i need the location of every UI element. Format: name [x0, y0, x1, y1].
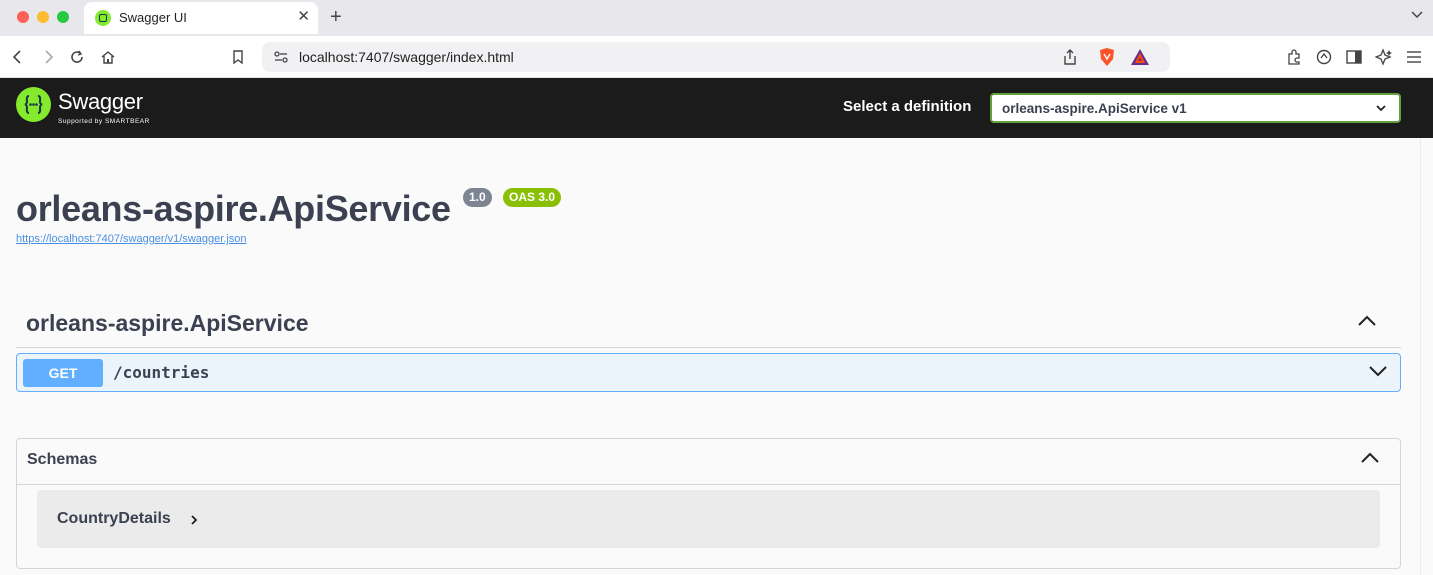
swagger-content: orleans-aspire.ApiService 1.0 OAS 3.0 ht… — [0, 138, 1420, 575]
spec-url-link[interactable]: https://localhost:7407/swagger/v1/swagge… — [16, 233, 247, 245]
chevron-down-icon[interactable] — [1410, 8, 1424, 22]
chevron-right-icon[interactable] — [189, 514, 199, 526]
tag-section-header[interactable]: orleans-aspire.ApiService — [16, 308, 1401, 348]
oas-badge: OAS 3.0 — [503, 188, 562, 207]
extensions-icon[interactable] — [1284, 47, 1304, 67]
operation-path: /countries — [113, 363, 210, 382]
api-title: orleans-aspire.ApiService — [16, 188, 451, 229]
browser-tab-bar: Swagger UI ✕ + — [0, 0, 1433, 36]
tag-title: orleans-aspire.ApiService — [26, 310, 309, 336]
schemas-title: Schemas — [27, 451, 98, 468]
url-text[interactable]: localhost:7407/swagger/index.html — [299, 49, 514, 65]
ai-icon[interactable] — [1374, 47, 1394, 67]
share-icon[interactable] — [1062, 48, 1078, 66]
reload-icon[interactable] — [67, 47, 87, 67]
chevron-down-icon — [1376, 105, 1386, 112]
chevron-down-icon[interactable] — [1368, 364, 1388, 378]
schemas-section: Schemas CountryDetails — [16, 438, 1401, 569]
schemas-header[interactable]: Schemas — [17, 439, 1400, 485]
address-bar[interactable]: localhost:7407/swagger/index.html — [262, 42, 1170, 72]
bat-rewards-icon[interactable] — [1130, 47, 1150, 67]
swagger-logo-title: Swagger — [58, 89, 143, 114]
swagger-topbar: Swagger Supported by SMARTBEAR Select a … — [0, 78, 1433, 138]
window-close-button[interactable] — [17, 11, 29, 23]
http-method-badge: GET — [23, 359, 103, 387]
definition-label: Select a definition — [843, 98, 972, 115]
swagger-logo[interactable]: Swagger Supported by SMARTBEAR — [16, 87, 166, 129]
site-info-icon[interactable] — [272, 48, 290, 66]
definition-select-value: orleans-aspire.ApiService v1 — [1002, 101, 1187, 116]
close-icon[interactable]: ✕ — [297, 8, 310, 26]
window-minimize-button[interactable] — [37, 11, 49, 23]
browser-tab[interactable]: Swagger UI ✕ — [84, 2, 318, 34]
tab-title: Swagger UI — [119, 10, 187, 25]
operation-get-countries[interactable]: GET /countries — [16, 353, 1401, 392]
page-scrollbar[interactable] — [1420, 138, 1433, 575]
browser-nav-bar: localhost:7407/swagger/index.html — [0, 36, 1433, 78]
model-name: CountryDetails — [57, 510, 171, 527]
model-country-details[interactable]: CountryDetails — [37, 490, 1380, 548]
bookmark-icon[interactable] — [228, 47, 248, 67]
chevron-up-icon[interactable] — [1360, 451, 1380, 465]
chevron-up-icon[interactable] — [1357, 314, 1377, 328]
definition-select[interactable]: orleans-aspire.ApiService v1 — [990, 93, 1401, 123]
swagger-logo-subtitle: Supported by SMARTBEAR — [58, 118, 150, 125]
home-icon[interactable] — [98, 47, 118, 67]
plus-icon[interactable]: + — [330, 5, 342, 29]
swagger-logo-icon — [16, 87, 51, 122]
sidebar-icon[interactable] — [1344, 47, 1364, 67]
version-badge: 1.0 — [463, 188, 492, 207]
brave-shield-icon[interactable] — [1098, 47, 1116, 67]
back-icon[interactable] — [8, 47, 28, 67]
swagger-favicon-icon — [95, 10, 111, 26]
forward-icon[interactable] — [38, 47, 58, 67]
window-zoom-button[interactable] — [57, 11, 69, 23]
leo-icon[interactable] — [1314, 47, 1334, 67]
menu-icon[interactable] — [1404, 47, 1424, 67]
